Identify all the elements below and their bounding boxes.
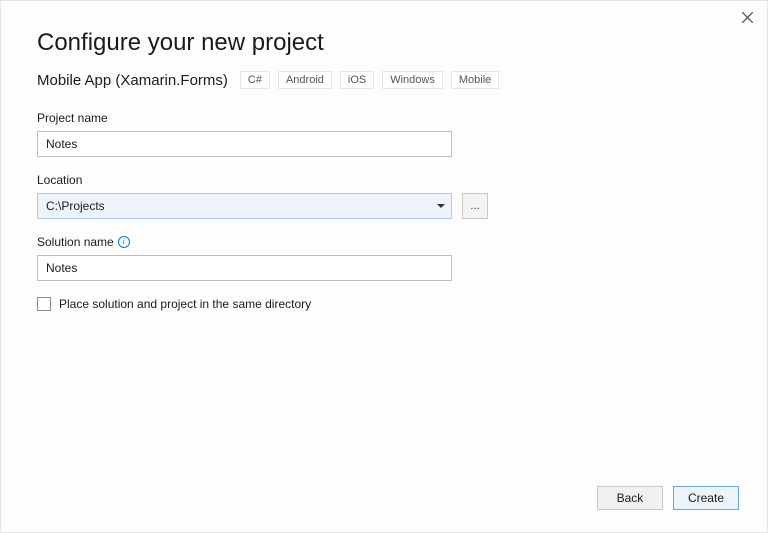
browse-button[interactable]: ... [462, 193, 488, 219]
create-button[interactable]: Create [673, 486, 739, 510]
close-icon[interactable] [739, 9, 755, 25]
info-icon[interactable]: i [118, 236, 130, 248]
tag: Windows [382, 71, 443, 89]
back-button[interactable]: Back [597, 486, 663, 510]
tag: Mobile [451, 71, 499, 89]
template-row: Mobile App (Xamarin.Forms) C# Android iO… [37, 71, 731, 89]
location-combobox[interactable]: C:\Projects [37, 193, 452, 219]
chevron-down-icon [437, 204, 445, 208]
project-name-label: Project name [37, 111, 731, 125]
same-directory-row: Place solution and project in the same d… [37, 297, 731, 311]
field-solution-name: Solution name i [37, 235, 731, 281]
tag: Android [278, 71, 332, 89]
dialog-content: Configure your new project Mobile App (X… [1, 1, 767, 311]
page-title: Configure your new project [37, 29, 731, 57]
browse-label: ... [470, 200, 479, 212]
dialog-frame: Configure your new project Mobile App (X… [0, 0, 768, 533]
field-project-name: Project name [37, 111, 731, 157]
field-location: Location C:\Projects ... [37, 173, 731, 219]
location-value: C:\Projects [46, 199, 105, 213]
template-name: Mobile App (Xamarin.Forms) [37, 72, 228, 89]
solution-name-label: Solution name i [37, 235, 731, 249]
solution-name-label-text: Solution name [37, 235, 114, 249]
solution-name-input[interactable] [37, 255, 452, 281]
same-directory-label: Place solution and project in the same d… [59, 297, 311, 311]
project-name-input[interactable] [37, 131, 452, 157]
location-label: Location [37, 173, 731, 187]
dialog-footer: Back Create [597, 486, 739, 510]
tag: iOS [340, 71, 374, 89]
tag: C# [240, 71, 270, 89]
same-directory-checkbox[interactable] [37, 297, 51, 311]
